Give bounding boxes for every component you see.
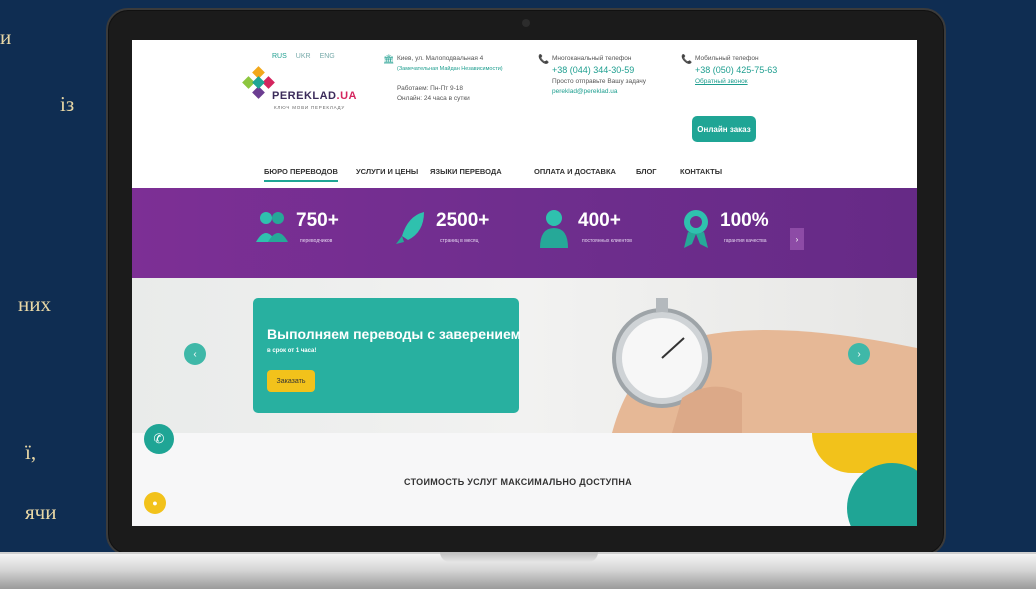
user-icon: [540, 210, 568, 248]
online-hours: Онлайн: 24 часа в сутки: [397, 95, 470, 102]
hero-prev-arrow[interactable]: ‹: [184, 343, 206, 365]
stats-next-arrow[interactable]: ›: [790, 228, 804, 250]
site-header: RUS UKR ENG PEREKLAD.UA КЛЮЧ МОВИ ПЕРЕКЛ…: [132, 40, 917, 150]
language-switcher: RUS UKR ENG: [272, 53, 335, 60]
nav-item-languages[interactable]: ЯЗЫКИ ПЕРЕВОДА: [430, 167, 502, 176]
stat-value: 100%: [720, 210, 769, 231]
logo-text[interactable]: PEREKLAD.UA: [272, 90, 357, 102]
logo-icon[interactable]: [242, 66, 275, 100]
stat-label: переводчиков: [300, 238, 333, 244]
hero-slider: Выполняем переводы с заверением в срок о…: [132, 278, 917, 433]
nav-item-contacts[interactable]: КОНТАКТЫ: [680, 167, 722, 176]
city-phone-number[interactable]: +38 (044) 344-30-59: [552, 64, 646, 77]
hero-next-arrow[interactable]: ›: [848, 343, 870, 365]
website-viewport: RUS UKR ENG PEREKLAD.UA КЛЮЧ МОВИ ПЕРЕКЛ…: [132, 40, 917, 526]
city-phone-label: Многоканальный телефон: [552, 55, 632, 62]
laptop-camera: [522, 19, 530, 27]
phone-icon: ✆: [153, 431, 165, 446]
hero-subtitle: в срок от 1 часа!: [267, 348, 317, 354]
address-landmark[interactable]: (Замечательная Майдан Независимости): [397, 64, 503, 74]
lang-ukr[interactable]: UKR: [296, 53, 311, 60]
nav-item-services[interactable]: УСЛУГИ И ЦЕНЫ: [356, 167, 418, 176]
mobile-phone-number[interactable]: +38 (050) 425-75-63: [695, 64, 777, 77]
email-link[interactable]: pereklad@pereklad.ua: [552, 87, 646, 97]
hero-card: Выполняем переводы с заверением в срок о…: [253, 298, 521, 413]
slide-text-fragment-3: них: [18, 292, 51, 316]
address-line: Киев, ул. Малоподвальная 4: [397, 55, 484, 62]
lang-eng[interactable]: ENG: [320, 53, 335, 60]
mobile-phone-icon: 📞: [681, 54, 693, 64]
slide-text-fragment-4: ї,: [25, 440, 37, 464]
laptop-notch: [440, 552, 598, 562]
stat-value: 2500+: [436, 210, 490, 231]
stat-label: страниц в месяц: [440, 238, 479, 244]
stat-label: постоянных клиентов: [582, 238, 632, 244]
rocket-icon: [396, 212, 424, 244]
logo-tld: .UA: [336, 90, 357, 102]
order-button[interactable]: Заказать: [267, 370, 315, 392]
stats-band: 750+ переводчиков 2500+ страниц в месяц …: [132, 188, 917, 278]
online-order-button[interactable]: Онлайн заказ: [692, 116, 756, 142]
nav-item-blog[interactable]: БЛОГ: [636, 167, 657, 176]
stat-value: 400+: [578, 210, 621, 231]
address-block: 🏛 Киев, ул. Малоподвальная 4 (Замечатель…: [383, 54, 503, 104]
chat-button[interactable]: ●: [144, 492, 166, 514]
slide-text-fragment-2: із: [60, 92, 75, 116]
stat-value: 750+: [296, 210, 339, 231]
logo-tagline: КЛЮЧ МОВИ ПЕРЕКЛАДУ: [274, 105, 346, 110]
chat-icon: ●: [152, 498, 158, 508]
slide-text-fragment-5: ячи: [25, 500, 57, 524]
nav-item-payment[interactable]: ОПЛАТА И ДОСТАВКА: [534, 167, 616, 176]
bank-icon: 🏛: [383, 54, 395, 64]
people-icon: [256, 212, 288, 242]
nav-item-bureau[interactable]: БЮРО ПЕРЕВОДОВ: [264, 167, 338, 182]
stat-label: гарантия качества: [724, 238, 767, 244]
award-icon: [684, 210, 708, 248]
city-phone-block: 📞 Многоканальный телефон +38 (044) 344-3…: [538, 54, 647, 97]
lang-rus[interactable]: RUS: [272, 53, 287, 60]
callback-link[interactable]: Обратный звонок: [695, 77, 777, 87]
phone-icon: 📞: [538, 54, 550, 64]
hero-title: Выполняем переводы с заверением: [267, 326, 521, 342]
main-nav: БЮРО ПЕРЕВОДОВ УСЛУГИ И ЦЕНЫ ЯЗЫКИ ПЕРЕВ…: [132, 160, 917, 188]
logo-name: PEREKLAD: [272, 90, 337, 102]
work-hours: Работаем: Пн-Пт 9-18: [397, 85, 464, 92]
phone-callback-button[interactable]: ✆: [144, 424, 174, 454]
pricing-section: СТОИМОСТЬ УСЛУГ МАКСИМАЛЬНО ДОСТУПНА: [132, 433, 917, 526]
mobile-phone-label: Мобильный телефон: [695, 55, 759, 62]
slide-text-fragment-1: и: [0, 25, 12, 49]
mobile-phone-block: 📞 Мобильный телефон +38 (050) 425-75-63 …: [681, 54, 777, 87]
city-phone-note: Просто отправьте Вашу задачу: [552, 78, 647, 85]
section-title: СТОИМОСТЬ УСЛУГ МАКСИМАЛЬНО ДОСТУПНА: [404, 477, 632, 487]
